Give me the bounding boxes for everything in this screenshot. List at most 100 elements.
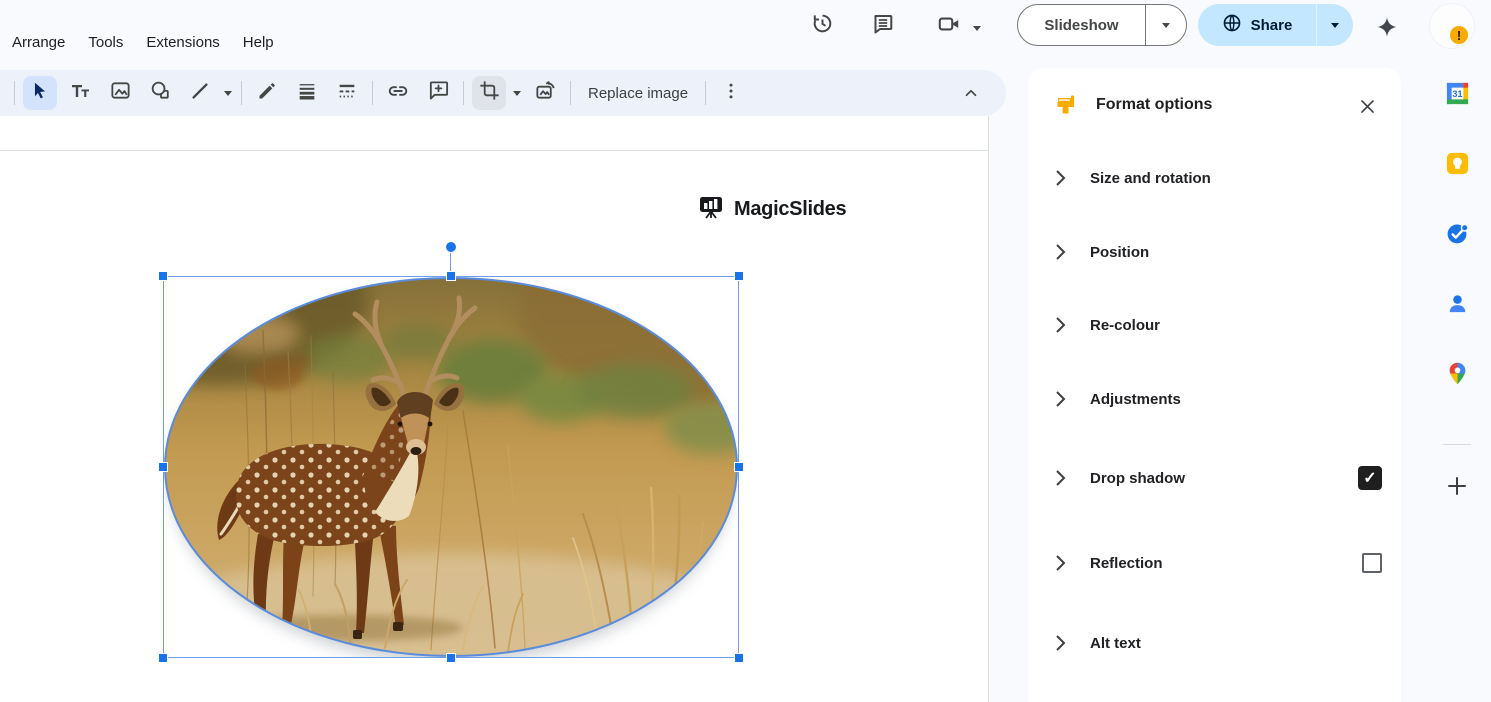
menu-tools[interactable]: Tools [86, 30, 125, 55]
image-icon [109, 79, 132, 107]
menu-help[interactable]: Help [241, 30, 276, 55]
get-add-ons-button[interactable] [1444, 475, 1470, 501]
line-dropdown[interactable] [221, 91, 235, 96]
present-to-meeting-button[interactable] [933, 10, 965, 42]
replace-image-button[interactable]: Replace image [588, 85, 688, 102]
divider [14, 81, 15, 105]
resize-handle-s[interactable] [447, 654, 455, 662]
insert-shape-button[interactable] [143, 76, 177, 110]
share-label: Share [1251, 17, 1293, 34]
resize-handle-e[interactable] [735, 463, 743, 471]
cursor-icon [29, 80, 51, 107]
close-icon [1358, 97, 1377, 116]
textbox-tool-button[interactable] [63, 76, 97, 110]
row-recolour[interactable]: Re-colour [1028, 301, 1401, 349]
row-adjustments[interactable]: Adjustments [1028, 375, 1401, 423]
row-size-and-rotation[interactable]: Size and rotation [1028, 154, 1401, 202]
border-dash-button[interactable] [330, 76, 364, 110]
maps-app-button[interactable] [1444, 363, 1470, 389]
svg-text:31: 31 [1452, 89, 1462, 99]
toolbar: Replace image [0, 70, 1006, 116]
slideshow-button[interactable]: Slideshow [1018, 17, 1145, 34]
tasks-icon [1445, 221, 1470, 251]
rotation-handle[interactable] [446, 242, 456, 252]
chevron-up-icon [962, 84, 980, 102]
divider [463, 81, 464, 105]
share-dropdown[interactable] [1317, 4, 1353, 46]
border-weight-button[interactable] [290, 76, 324, 110]
resize-handle-ne[interactable] [735, 272, 743, 280]
comments-icon [871, 12, 895, 41]
resize-handle-w[interactable] [159, 463, 167, 471]
insert-image-button[interactable] [103, 76, 137, 110]
chevron-right-icon [1055, 169, 1066, 187]
version-history-button[interactable] [806, 10, 838, 42]
contacts-app-button[interactable] [1444, 293, 1470, 319]
globe-icon [1222, 13, 1242, 38]
share-button-group: Share [1198, 4, 1353, 46]
maps-icon [1445, 361, 1470, 391]
slideshow-dropdown[interactable] [1146, 5, 1186, 45]
divider [570, 81, 571, 105]
menu-extensions[interactable]: Extensions [144, 30, 221, 55]
insert-line-button[interactable] [183, 76, 217, 110]
comments-button[interactable] [867, 10, 899, 42]
pencil-icon [256, 80, 278, 107]
divider [372, 81, 373, 105]
selected-image[interactable] [163, 276, 739, 658]
row-label: Size and rotation [1090, 170, 1211, 187]
shape-icon [149, 79, 172, 107]
format-options-panel: Format options Size and rotation Positio… [1028, 68, 1401, 702]
chevron-down-icon [1331, 23, 1339, 28]
row-label: Alt text [1090, 635, 1141, 652]
drop-shadow-checkbox[interactable] [1358, 466, 1382, 490]
keep-app-button[interactable] [1444, 153, 1470, 179]
hide-menus-button[interactable] [956, 78, 986, 108]
resize-handle-sw[interactable] [159, 654, 167, 662]
more-options-button[interactable] [714, 76, 748, 110]
row-alt-text[interactable]: Alt text [1028, 619, 1401, 667]
paint-brush-icon [1054, 94, 1078, 123]
chevron-down-icon [513, 91, 521, 96]
border-color-button[interactable] [250, 76, 284, 110]
chevron-right-icon [1055, 316, 1066, 334]
reflection-checkbox[interactable] [1362, 553, 1382, 573]
calendar-app-button[interactable]: 31 [1444, 83, 1470, 109]
add-comment-button[interactable] [421, 76, 455, 110]
row-reflection[interactable]: Reflection [1028, 539, 1401, 587]
keep-icon [1445, 151, 1470, 181]
chevron-right-icon [1055, 469, 1066, 487]
row-position[interactable]: Position [1028, 228, 1401, 276]
chevron-down-icon [224, 91, 232, 96]
selection-border [163, 276, 739, 658]
menu-arrange[interactable]: Arrange [10, 30, 67, 55]
tasks-app-button[interactable] [1444, 223, 1470, 249]
share-button[interactable]: Share [1198, 4, 1316, 46]
mask-image-dropdown[interactable] [510, 91, 524, 96]
account-warning-badge[interactable]: ! [1448, 24, 1470, 46]
slide-canvas[interactable]: MagicSlides [0, 116, 989, 702]
row-drop-shadow[interactable]: Drop shadow [1028, 454, 1401, 502]
slideshow-button-group: Slideshow [1017, 4, 1187, 46]
select-tool-button[interactable] [23, 76, 57, 110]
divider [1443, 444, 1471, 445]
panel-header: Format options [1028, 68, 1401, 140]
divider [705, 81, 706, 105]
row-label: Position [1090, 244, 1149, 261]
row-label: Drop shadow [1090, 470, 1185, 487]
insert-link-button[interactable] [381, 76, 415, 110]
slide-edge [0, 150, 988, 151]
resize-handle-n[interactable] [447, 272, 455, 280]
brand-logo: MagicSlides [697, 193, 846, 226]
crop-image-button[interactable] [472, 76, 506, 110]
close-panel-button[interactable] [1353, 92, 1381, 120]
reset-image-icon [534, 79, 557, 107]
resize-handle-se[interactable] [735, 654, 743, 662]
reset-image-button[interactable] [528, 76, 562, 110]
menubar: Arrange Tools Extensions Help [10, 30, 276, 55]
line-dash-icon [336, 80, 358, 107]
present-dropdown[interactable] [966, 12, 988, 44]
resize-handle-nw[interactable] [159, 272, 167, 280]
gemini-sparkle-icon [1375, 15, 1399, 44]
gemini-button[interactable] [1371, 13, 1403, 45]
